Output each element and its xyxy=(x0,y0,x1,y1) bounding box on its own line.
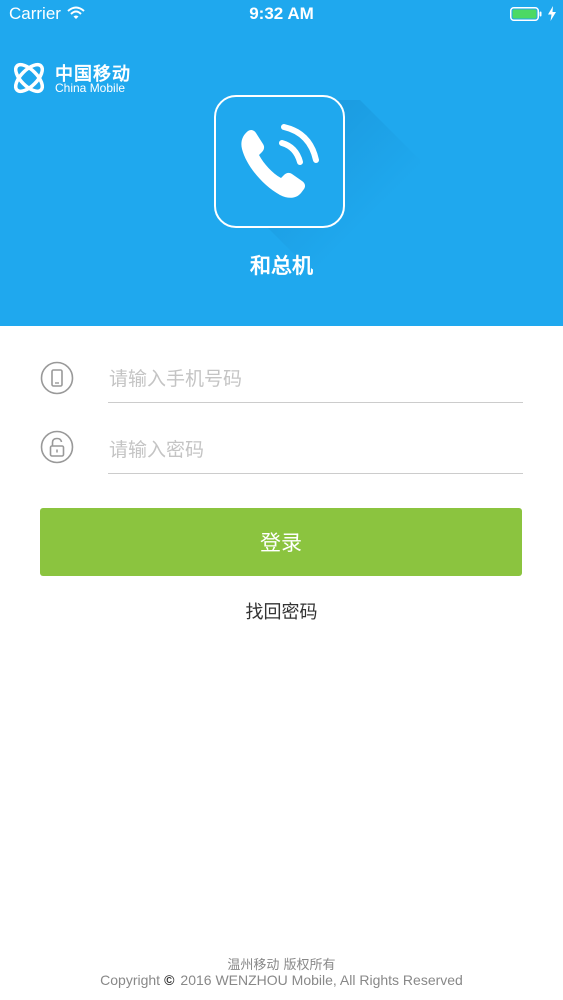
app-name: 和总机 xyxy=(250,254,313,278)
phone-number-input[interactable] xyxy=(108,356,523,403)
charging-icon xyxy=(548,6,556,21)
login-button[interactable]: 登录 xyxy=(40,508,522,576)
copyright-text: 2016 WENZHOU Mobile, All Rights Reserved xyxy=(180,972,463,988)
app-icon xyxy=(214,95,345,228)
battery-icon xyxy=(510,7,542,21)
copyright-prefix: Copyright xyxy=(100,972,161,988)
padlock-icon xyxy=(40,430,74,464)
status-bar: Carrier 9:32 AM xyxy=(0,0,563,30)
china-mobile-logo-icon xyxy=(13,62,45,94)
mobile-phone-icon xyxy=(40,361,74,395)
footer-rights: 温州移动 版权所有 xyxy=(227,958,336,973)
phone-call-icon xyxy=(241,124,319,198)
copyright-icon: © xyxy=(164,972,175,988)
footer-copyright: Copyright © 2016 WENZHOU Mobile, All Right… xyxy=(0,972,563,988)
brand-name-en: China Mobile xyxy=(55,81,126,95)
status-time: 9:32 AM xyxy=(249,4,314,23)
forgot-password-link[interactable]: 找回密码 xyxy=(0,598,563,624)
header-banner: Carrier 9:32 AM 中国移动 China Mobile 和总机 xyxy=(0,0,563,326)
password-input[interactable] xyxy=(108,427,523,474)
